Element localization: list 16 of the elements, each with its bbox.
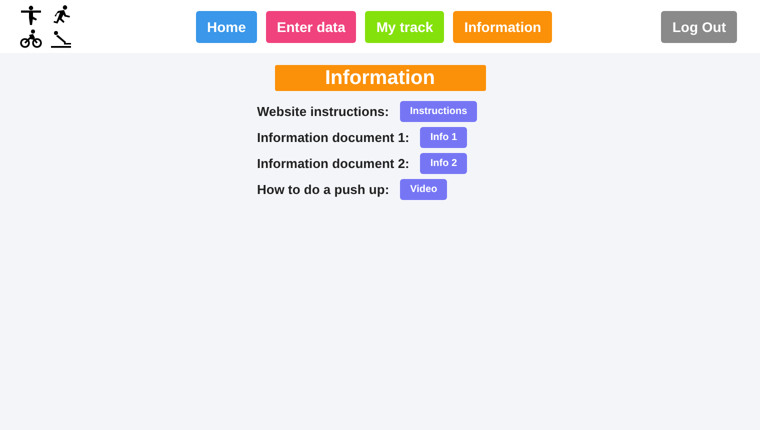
link-button[interactable]: Instructions xyxy=(400,101,478,122)
standing-figure-icon xyxy=(20,4,42,24)
diving-figure-icon xyxy=(50,28,72,48)
link-button[interactable]: Info 2 xyxy=(420,153,468,174)
nav-button[interactable]: Enter data xyxy=(266,11,356,43)
logout-button[interactable]: Log Out xyxy=(661,11,737,43)
link-button[interactable]: Video xyxy=(400,179,448,200)
row-label: Information document 1: xyxy=(257,130,410,145)
page-title: Information xyxy=(274,65,486,91)
cyclist-icon xyxy=(20,28,42,48)
row-label: Website instructions: xyxy=(257,104,389,119)
link-button[interactable]: Info 1 xyxy=(420,127,468,148)
nav-button[interactable]: Home xyxy=(196,11,257,43)
nav-button[interactable]: Information xyxy=(453,11,552,43)
row-label: How to do a push up: xyxy=(257,182,390,197)
row-label: Information document 2: xyxy=(257,156,410,171)
